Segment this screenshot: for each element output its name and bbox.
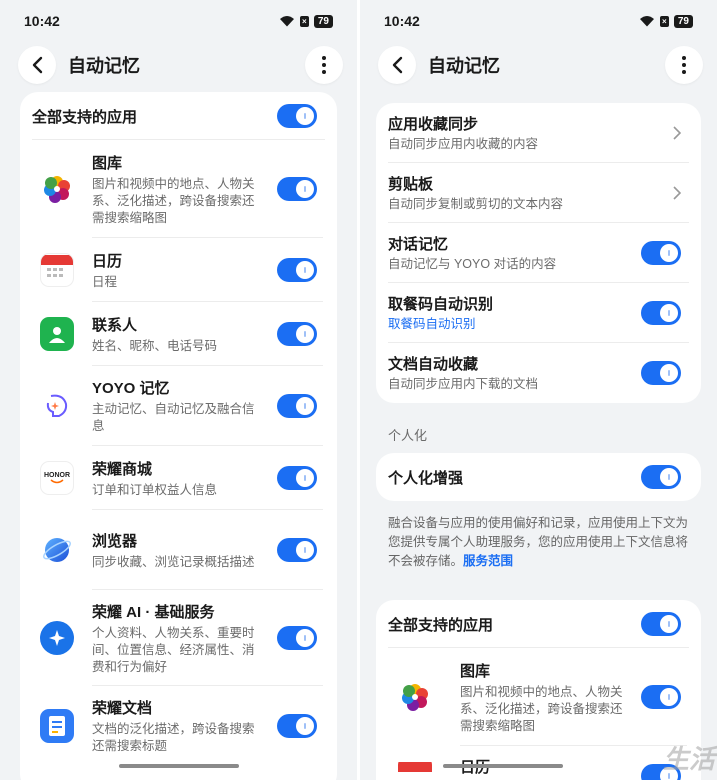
app-row-honor-ai[interactable]: 荣耀 AI · 基础服务 个人资料、人物关系、重要时间、位置信息、经济属性、消费… <box>20 590 337 686</box>
chevron-left-icon <box>392 56 403 74</box>
honor-mall-icon: HONOR <box>40 461 74 495</box>
calendar-toggle[interactable] <box>277 258 317 282</box>
row-clipboard[interactable]: 剪贴板 自动同步复制或剪切的文本内容 <box>376 163 701 223</box>
page-header: 自动记忆 <box>18 46 343 84</box>
all-apps-row[interactable]: 全部支持的应用 <box>20 92 337 140</box>
personalization-note: 融合设备与应用的使用偏好和记录，应用使用上下文为您提供专属个人助理服务，您的应用… <box>388 516 689 568</box>
battery-icon: 79 <box>673 14 693 28</box>
app-name: 荣耀商城 <box>92 460 153 478</box>
app-desc: 日程 <box>92 274 118 289</box>
wifi-icon <box>639 16 654 27</box>
honor-mall-toggle[interactable] <box>277 466 317 490</box>
personalization-toggle[interactable] <box>641 465 681 489</box>
app-desc: 主动记忆、自动记忆及融合信息 <box>92 402 255 433</box>
page-header: 自动记忆 <box>378 46 703 84</box>
chevron-right-icon <box>673 126 681 140</box>
status-time: 10:42 <box>24 13 60 29</box>
doc-auto-favorite-toggle[interactable] <box>641 361 681 385</box>
honor-ai-icon <box>40 621 74 655</box>
app-name: 图库 <box>92 154 123 172</box>
honor-docs-toggle[interactable] <box>277 714 317 738</box>
honor-ai-toggle[interactable] <box>277 626 317 650</box>
page-title: 自动记忆 <box>428 56 500 76</box>
chevron-right-icon <box>673 186 681 200</box>
more-button[interactable] <box>665 46 703 84</box>
app-row-honor-docs[interactable]: 荣耀文档 文档的泛化描述，跨设备搜索还需搜索标题 <box>20 686 337 766</box>
app-desc: 同步收藏、浏览记录概括描述 <box>92 554 255 569</box>
app-row-gallery[interactable]: 图库 图片和视频中的地点、人物关系、泛化描述，跨设备搜索还需搜索缩略图 <box>376 648 701 746</box>
pickup-code-link[interactable]: 取餐码自动识别 <box>388 316 641 333</box>
all-apps-card: 全部支持的应用 图库 图片和视频中的地点、人物关系、泛化描述，跨设备搜索还需搜索… <box>376 600 701 780</box>
honor-docs-icon <box>40 709 74 743</box>
service-scope-link[interactable]: 服务范围 <box>463 554 513 568</box>
status-time: 10:42 <box>384 13 420 29</box>
conversation-memory-toggle[interactable] <box>641 241 681 265</box>
home-indicator[interactable] <box>442 764 563 768</box>
all-apps-toggle[interactable] <box>277 104 317 128</box>
wifi-icon <box>279 16 294 27</box>
browser-icon <box>40 533 74 567</box>
app-row-calendar[interactable]: 日历 <box>376 746 701 780</box>
all-apps-card: 全部支持的应用 图库 图片和视频中的地点、人物关系、泛化描述，跨设备搜索还需搜索… <box>20 92 337 780</box>
gallery-icon <box>40 172 74 206</box>
app-desc: 订单和订单权益人信息 <box>92 482 218 497</box>
contacts-toggle[interactable] <box>277 322 317 346</box>
row-doc-auto-favorite[interactable]: 文档自动收藏 自动同步应用内下载的文档 <box>376 343 701 403</box>
memory-settings-card: 应用收藏同步 自动同步应用内收藏的内容 剪贴板 自动同步复制或剪切的文本内容 对… <box>376 103 701 403</box>
app-desc: 姓名、昵称、电话号码 <box>92 338 218 353</box>
gallery-toggle[interactable] <box>641 685 681 709</box>
calendar-icon <box>40 253 74 287</box>
contacts-icon <box>40 317 74 351</box>
page-title: 自动记忆 <box>68 56 140 76</box>
yoyo-toggle[interactable] <box>277 394 317 418</box>
home-indicator[interactable] <box>118 764 239 768</box>
app-name: 荣耀 AI · 基础服务 <box>92 603 215 621</box>
app-row-gallery[interactable]: 图库 图片和视频中的地点、人物关系、泛化描述，跨设备搜索还需搜索缩略图 <box>20 140 337 238</box>
app-row-honor-mall[interactable]: HONOR 荣耀商城 订单和订单权益人信息 <box>20 446 337 510</box>
browser-toggle[interactable] <box>277 538 317 562</box>
app-row-calendar[interactable]: 日历 日程 <box>20 238 337 302</box>
gallery-toggle[interactable] <box>277 177 317 201</box>
all-apps-label: 全部支持的应用 <box>32 108 138 126</box>
app-desc: 图片和视频中的地点、人物关系、泛化描述，跨设备搜索还需搜索缩略图 <box>92 176 255 225</box>
left-screen: 10:42 × 79 自动记忆 全部支持的应用 图库 图片和视频中的地点、人物关… <box>0 0 357 780</box>
app-row-yoyo[interactable]: YOYO 记忆 主动记忆、自动记忆及融合信息 <box>20 366 337 446</box>
no-sim-icon: × <box>299 15 309 27</box>
row-pickup-code-recognition[interactable]: 取餐码自动识别 取餐码自动识别 <box>376 283 701 343</box>
personalization-section-label: 个人化 <box>388 428 428 443</box>
watermark-logo: 生活 <box>662 744 715 774</box>
battery-icon: 79 <box>313 14 333 28</box>
all-apps-row[interactable]: 全部支持的应用 <box>376 600 701 648</box>
personalization-card: 个人化增强 <box>376 453 701 501</box>
app-row-contacts[interactable]: 联系人 姓名、昵称、电话号码 <box>20 302 337 366</box>
pickup-code-toggle[interactable] <box>641 301 681 325</box>
row-personalization-enhance[interactable]: 个人化增强 <box>376 453 701 501</box>
app-name: YOYO 记忆 <box>92 380 170 397</box>
app-name: 浏览器 <box>92 532 138 550</box>
calendar-icon <box>398 756 432 780</box>
back-button[interactable] <box>18 46 56 84</box>
app-desc: 个人资料、人物关系、重要时间、位置信息、经济属性、消费和行为偏好 <box>92 625 255 674</box>
app-row-browser[interactable]: 浏览器 同步收藏、浏览记录概括描述 <box>20 510 337 590</box>
back-button[interactable] <box>378 46 416 84</box>
row-conversation-memory[interactable]: 对话记忆 自动记忆与 YOYO 对话的内容 <box>376 223 701 283</box>
row-app-favorites-sync[interactable]: 应用收藏同步 自动同步应用内收藏的内容 <box>376 103 701 163</box>
app-name: 图库 <box>460 662 491 680</box>
yoyo-memory-icon <box>40 389 74 423</box>
app-name: 联系人 <box>92 316 138 334</box>
app-desc: 文档的泛化描述，跨设备搜索还需搜索标题 <box>92 722 255 753</box>
more-button[interactable] <box>305 46 343 84</box>
more-vertical-icon <box>682 56 686 74</box>
right-screen: 10:42 × 79 自动记忆 应用收藏同步 自动同步应用内收藏的内容 剪贴板 <box>360 0 717 780</box>
status-bar: 10:42 × 79 <box>0 0 357 42</box>
status-bar: 10:42 × 79 <box>360 0 717 42</box>
app-desc: 图片和视频中的地点、人物关系、泛化描述，跨设备搜索还需搜索缩略图 <box>460 684 623 733</box>
more-vertical-icon <box>322 56 326 74</box>
all-apps-toggle[interactable] <box>641 612 681 636</box>
chevron-left-icon <box>32 56 43 74</box>
gallery-icon <box>398 680 432 714</box>
app-name: 日历 <box>92 252 123 270</box>
app-name: 荣耀文档 <box>92 700 153 717</box>
no-sim-icon: × <box>659 15 669 27</box>
